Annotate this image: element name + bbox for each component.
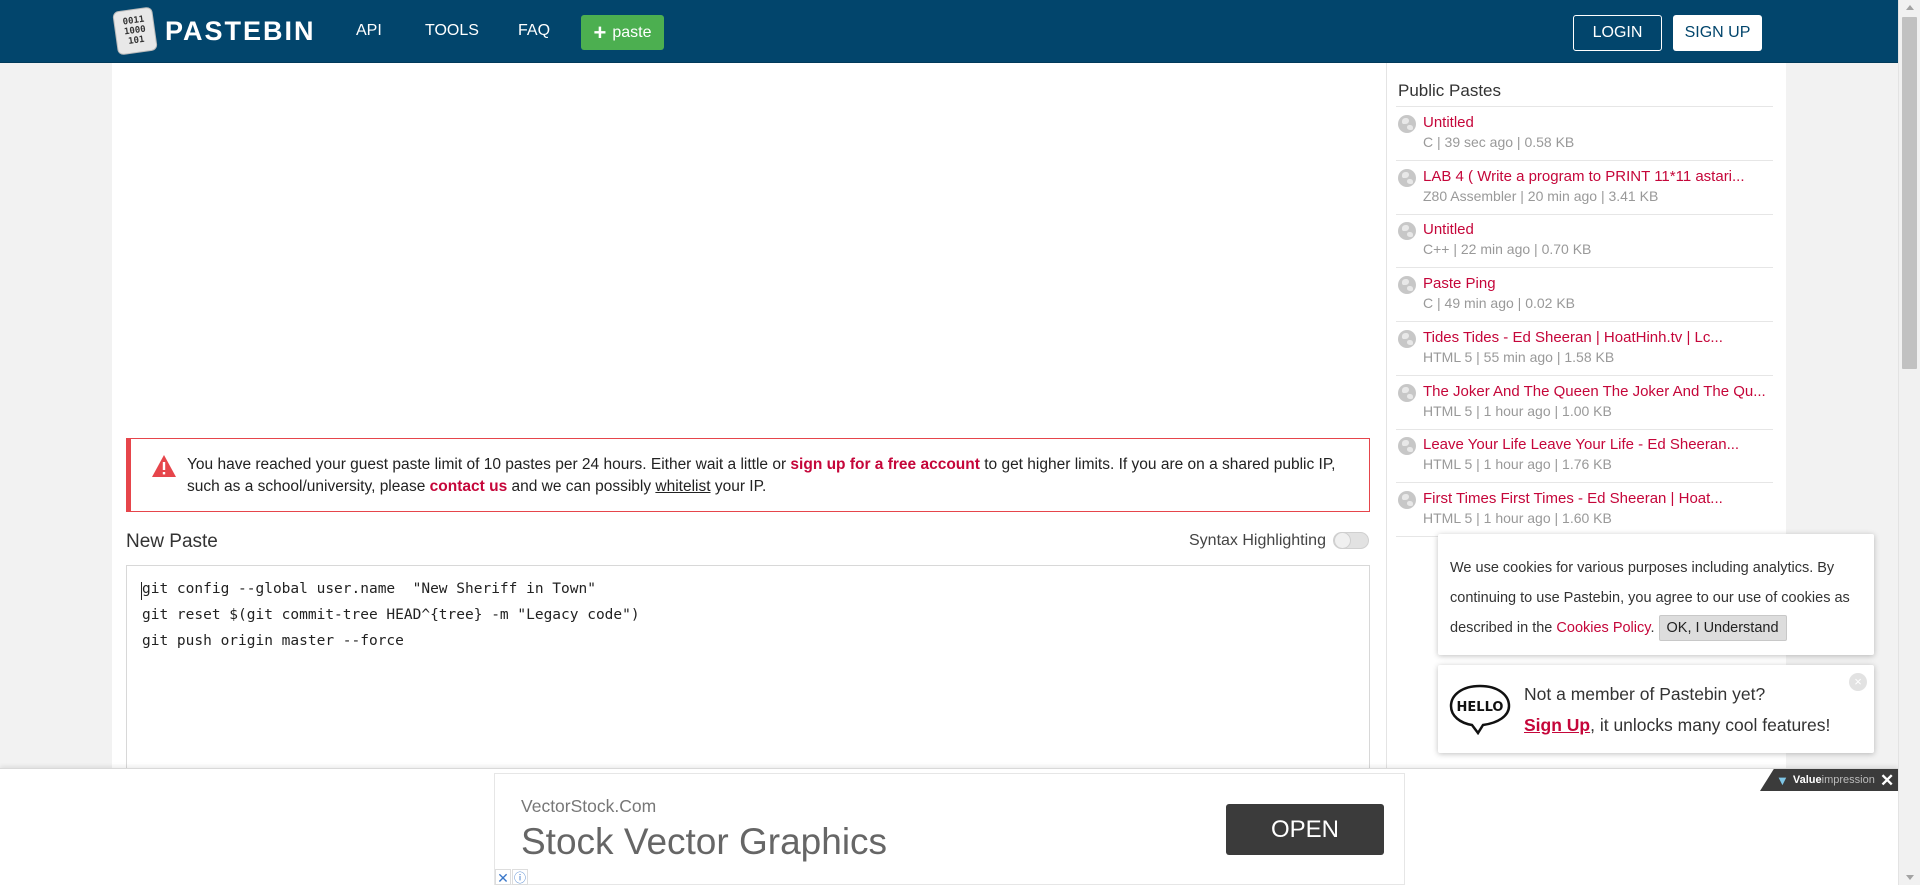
- nav-faq[interactable]: FAQ: [518, 22, 550, 40]
- syntax-highlighting-label: Syntax Highlighting: [1189, 532, 1326, 549]
- popup-signup-link[interactable]: Sign Up: [1524, 715, 1590, 735]
- logo-icon: 0011 1000 101: [112, 6, 158, 56]
- nav-api[interactable]: API: [356, 22, 382, 40]
- syntax-highlighting-toggle[interactable]: [1333, 532, 1369, 549]
- globe-icon: [1398, 276, 1416, 294]
- public-paste-item[interactable]: Paste Ping C | 49 min ago | 0.02 KB: [1396, 268, 1773, 322]
- contact-us-link[interactable]: contact us: [430, 478, 508, 495]
- globe-icon: [1398, 491, 1416, 509]
- code-line: git reset $(git commit-tree HEAD^{tree} …: [142, 607, 640, 623]
- paste-title-link[interactable]: First Times First Times - Ed Sheeran | H…: [1423, 490, 1723, 507]
- alert-message: You have reached your guest paste limit …: [187, 456, 1336, 495]
- paste-meta: HTML 5 | 1 hour ago | 1.60 KB: [1423, 510, 1612, 526]
- paste-meta: C | 39 sec ago | 0.58 KB: [1423, 134, 1575, 150]
- scroll-down-arrow-icon[interactable]: [1906, 875, 1914, 880]
- pastebin-logo[interactable]: 0011 1000 101 PASTEBIN: [112, 6, 316, 56]
- close-icon[interactable]: ×: [1849, 673, 1867, 691]
- paste-title-link[interactable]: Untitled: [1423, 114, 1474, 131]
- top-nav-bar: 0011 1000 101 PASTEBIN API TOOLS FAQ + p…: [0, 0, 1898, 63]
- code-line: git config --global user.name "New Sheri…: [142, 581, 596, 597]
- globe-icon: [1398, 437, 1416, 455]
- globe-icon: [1398, 384, 1416, 402]
- warning-icon: [152, 455, 176, 477]
- toggle-knob: [1334, 532, 1351, 549]
- paste-title-link[interactable]: Tides Tides - Ed Sheeran | HoatHinh.tv |…: [1423, 329, 1723, 346]
- member-prompt-text: Not a member of Pastebin yet?: [1524, 684, 1766, 704]
- ad-headline: Stock Vector Graphics: [521, 821, 888, 862]
- paste-title-link[interactable]: Paste Ping: [1423, 275, 1496, 292]
- new-paste-button[interactable]: + paste: [581, 15, 664, 50]
- signup-free-account-link[interactable]: sign up for a free account: [790, 456, 979, 473]
- paste-title-link[interactable]: The Joker And The Queen The Joker And Th…: [1423, 383, 1766, 400]
- globe-icon: [1398, 222, 1416, 240]
- globe-icon: [1398, 330, 1416, 348]
- paste-limit-alert: You have reached your guest paste limit …: [126, 438, 1370, 512]
- page-scrollbar[interactable]: [1898, 0, 1920, 885]
- close-ad-icon[interactable]: ✕: [1880, 772, 1894, 789]
- public-paste-item[interactable]: Untitled C | 39 sec ago | 0.58 KB: [1396, 107, 1773, 161]
- valueimpression-badge: ▼ Value impression: [1760, 769, 1898, 791]
- logo-text: PASTEBIN: [165, 15, 316, 46]
- signup-button[interactable]: SIGN UP: [1673, 15, 1762, 51]
- public-paste-item[interactable]: LAB 4 ( Write a program to PRINT 11*11 a…: [1396, 161, 1773, 215]
- scroll-up-arrow-icon[interactable]: [1906, 5, 1914, 10]
- member-signup-text: Sign Up, it unlocks many cool features!: [1524, 715, 1831, 735]
- paste-meta: C++ | 22 min ago | 0.70 KB: [1423, 241, 1592, 257]
- public-paste-item[interactable]: Untitled C++ | 22 min ago | 0.70 KB: [1396, 214, 1773, 268]
- cookies-policy-link[interactable]: Cookies Policy: [1556, 620, 1650, 636]
- whitelist-link[interactable]: whitelist: [655, 478, 710, 495]
- paste-meta: C | 49 min ago | 0.02 KB: [1423, 295, 1576, 311]
- public-paste-item[interactable]: The Joker And The Queen The Joker And Th…: [1396, 376, 1773, 430]
- cookie-message: We use cookies for various purposes incl…: [1450, 553, 1868, 643]
- login-button[interactable]: LOGIN: [1573, 15, 1662, 51]
- ad-open-button[interactable]: OPEN: [1226, 804, 1384, 855]
- public-paste-item[interactable]: First Times First Times - Ed Sheeran | H…: [1396, 483, 1773, 537]
- scrollbar-thumb[interactable]: [1902, 17, 1917, 369]
- hello-speech-bubble-icon: HELLO: [1449, 684, 1511, 735]
- plus-icon: +: [593, 19, 607, 45]
- cookie-ok-button[interactable]: OK, I Understand: [1658, 615, 1787, 641]
- paste-meta: HTML 5 | 55 min ago | 1.58 KB: [1423, 349, 1615, 365]
- ad-advertiser: VectorStock.Com: [521, 796, 657, 816]
- sidebar-divider: [1386, 63, 1387, 885]
- svg-text:HELLO: HELLO: [1457, 700, 1504, 715]
- paste-meta: HTML 5 | 1 hour ago | 1.76 KB: [1423, 456, 1612, 472]
- new-paste-heading: New Paste: [126, 531, 218, 552]
- paste-meta: Z80 Assembler | 20 min ago | 3.41 KB: [1423, 188, 1659, 204]
- public-pastes-heading: Public Pastes: [1398, 81, 1501, 100]
- globe-icon: [1398, 169, 1416, 187]
- ad-close-icon[interactable]: ✕: [495, 869, 511, 885]
- paste-title-link[interactable]: Leave Your Life Leave Your Life - Ed She…: [1423, 436, 1739, 453]
- nav-tools[interactable]: TOOLS: [425, 22, 479, 40]
- paste-meta: HTML 5 | 1 hour ago | 1.00 KB: [1423, 403, 1612, 419]
- ad-info-icon[interactable]: ⓘ: [512, 869, 528, 885]
- code-line: git push origin master --force: [142, 633, 404, 649]
- public-paste-item[interactable]: Tides Tides - Ed Sheeran | HoatHinh.tv |…: [1396, 322, 1773, 376]
- paste-title-link[interactable]: Untitled: [1423, 221, 1474, 238]
- globe-icon: [1398, 115, 1416, 133]
- valueimpression-logo-icon: ▼: [1776, 772, 1789, 788]
- public-paste-item[interactable]: Leave Your Life Leave Your Life - Ed She…: [1396, 429, 1773, 483]
- paste-title-link[interactable]: LAB 4 ( Write a program to PRINT 11*11 a…: [1423, 168, 1745, 185]
